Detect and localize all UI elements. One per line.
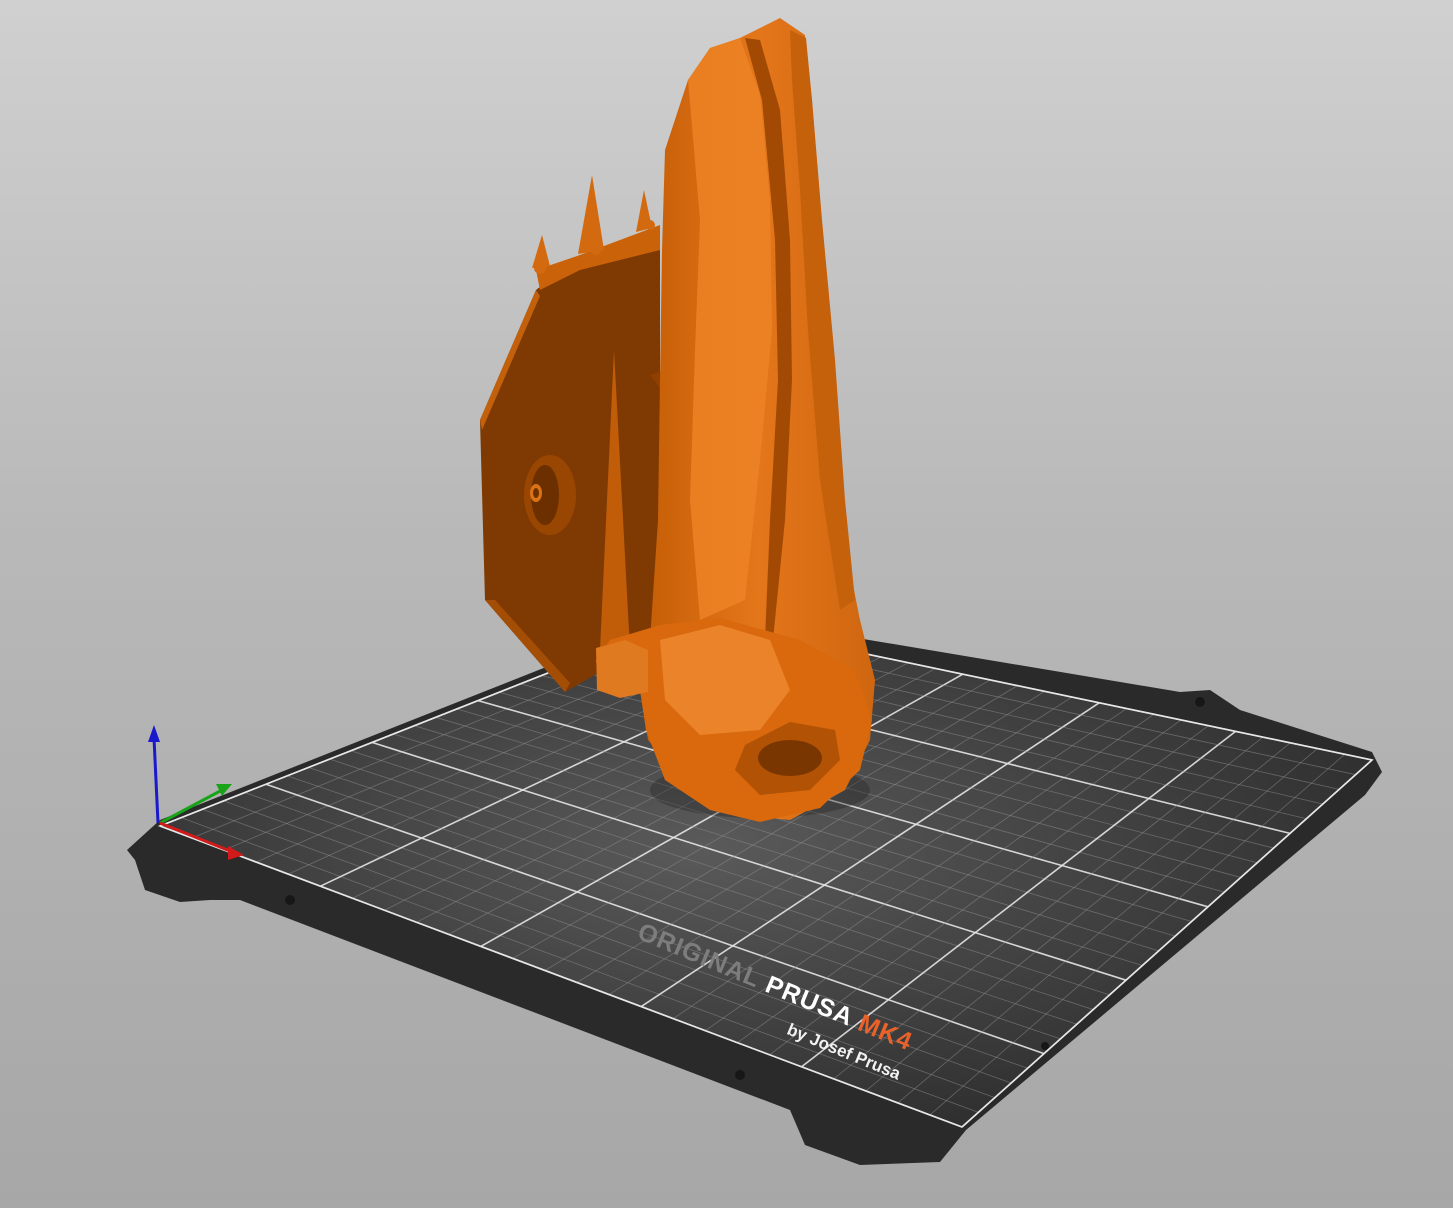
- model-bulb-hollow: [758, 740, 822, 776]
- model-hole: [524, 455, 576, 535]
- z-axis: [152, 737, 160, 824]
- z-axis-arrow-icon: [148, 725, 160, 742]
- 3d-scene[interactable]: ORIGINALPRUSAMK4 by Josef Prusa: [0, 0, 1453, 1208]
- 3d-viewport[interactable]: ORIGINALPRUSAMK4 by Josef Prusa: [0, 0, 1453, 1208]
- model-neck: [596, 640, 648, 698]
